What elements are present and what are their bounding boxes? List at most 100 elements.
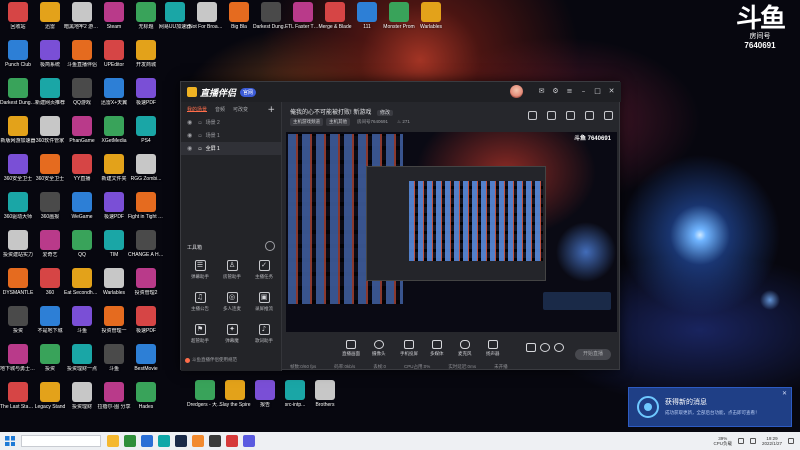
scene-item[interactable]: ◉ ▫ 场景 2 <box>181 116 281 129</box>
game-icon[interactable] <box>226 435 238 447</box>
desktop-icon[interactable]: 360软件管家 <box>33 116 67 156</box>
toolbox-settings-icon[interactable] <box>265 241 275 251</box>
desktop-icon[interactable]: Merge & Blade <box>318 2 352 42</box>
add-camera-button[interactable]: 摄像头 <box>372 339 386 357</box>
desktop-icon[interactable]: 投资理财 <box>65 382 99 422</box>
preview-eye-button[interactable] <box>540 343 550 352</box>
category-tag[interactable]: 主机游戏频道 <box>290 118 323 126</box>
desktop-icon[interactable]: 迅雷 <box>33 2 67 42</box>
tab-audio[interactable]: 音频 <box>215 106 225 113</box>
desktop-icon[interactable]: 迅雷X+天翼 <box>97 78 131 118</box>
notification-center-icon[interactable] <box>788 438 794 444</box>
lock-icon[interactable]: ▫ <box>198 146 201 152</box>
desktop-icon[interactable]: 111 <box>350 2 384 42</box>
desktop-icon[interactable]: 投资建站实力 <box>1 230 35 270</box>
tool-multi-mic[interactable]: ◎ 多人连麦 <box>217 292 247 318</box>
eye-icon[interactable]: ◉ <box>187 119 192 126</box>
desktop-icon[interactable]: 投资管理2 <box>129 268 163 308</box>
maximize-icon[interactable]: □ <box>592 86 603 97</box>
taskbar-search-input[interactable] <box>21 435 101 447</box>
desktop-icon[interactable]: Warlables <box>414 2 448 42</box>
desktop-icon[interactable]: 地下城与勇士 命运 <box>0 344 36 384</box>
desktop-icon[interactable]: 新建网页推荐 <box>33 78 67 118</box>
tool-record[interactable]: ▣ 录屏推流 <box>249 292 279 318</box>
scene-item-selected[interactable]: ◉ ▫ 全屏 1 <box>181 142 281 155</box>
windows-start-icon[interactable] <box>5 436 15 446</box>
app-icon[interactable] <box>243 435 255 447</box>
desktop-icon[interactable]: 爱奇艺 <box>33 230 67 270</box>
desktop-icon[interactable]: TIM <box>97 230 131 270</box>
desktop-icon[interactable]: 极速PDF <box>129 306 163 346</box>
app-version-badge[interactable]: 官网 <box>240 87 257 97</box>
desktop-icon[interactable]: Warlables <box>97 268 131 308</box>
browser-icon[interactable] <box>124 435 136 447</box>
message-icon[interactable]: ✉ <box>536 86 547 97</box>
tab-scenes[interactable]: 我的场景 <box>187 106 208 113</box>
menu-icon[interactable]: ≡ <box>564 86 575 97</box>
gift-icon[interactable] <box>547 111 556 120</box>
desktop-icon[interactable]: 斗鱼 <box>65 306 99 346</box>
volume-icon[interactable] <box>749 438 756 444</box>
tool-danmaku[interactable]: ☰ 弹幕助手 <box>185 260 215 286</box>
tool-room-admin[interactable]: ♙ 房管助手 <box>217 260 247 286</box>
desktop-icon[interactable]: Not For Broadcast <box>189 2 225 42</box>
desktop-icon[interactable]: Steam <box>97 2 131 42</box>
settings-icon[interactable]: ⚙ <box>550 86 561 97</box>
desktop-icon[interactable]: Slay the Spire <box>218 380 252 420</box>
notification-toast[interactable]: 获得新的消息 成功获取更新，全部后台功能，点击即可查看！ ✕ <box>628 387 792 427</box>
desktop-icon[interactable]: src-intp... <box>278 380 312 420</box>
desktop-icon[interactable]: 投资管理一 <box>97 306 131 346</box>
desktop-icon[interactable]: 网易UU加速器 <box>158 2 192 42</box>
desktop-icon[interactable]: Monster Prom <box>382 2 416 42</box>
desktop-icon[interactable]: 斗鱼 <box>97 344 131 384</box>
media-player-icon[interactable] <box>209 435 221 447</box>
desktop-icon[interactable]: UPEditor <box>97 40 131 80</box>
desktop-icon[interactable]: The Last Stand A... <box>0 382 36 422</box>
desktop-icon[interactable]: PhanGame <box>65 116 99 156</box>
edit-title-button[interactable]: 修改 <box>377 110 394 116</box>
desktop-icon[interactable]: PS4 <box>129 116 163 156</box>
tool-announcement[interactable]: ♫ 主播公告 <box>185 292 215 318</box>
desktop-icon[interactable]: Big Bla <box>222 2 256 42</box>
clock[interactable]: 19:29 2022/1/27 <box>762 436 782 446</box>
desktop-icon[interactable]: 新版网游加速器 <box>0 116 36 156</box>
desktop-icon[interactable]: Brothers <box>308 380 342 420</box>
lock-icon[interactable]: ▫ <box>198 120 201 126</box>
desktop-icon[interactable]: 暗黑地牢2 游戏代码 <box>64 2 100 42</box>
share-icon[interactable] <box>528 111 537 120</box>
desktop-icon[interactable]: 投资 <box>33 344 67 384</box>
desktop-icon[interactable]: 开发商城 <box>129 40 163 80</box>
record-button[interactable] <box>526 343 536 352</box>
bell-icon[interactable] <box>585 111 594 120</box>
desktop-icon[interactable]: 360安全卫士 <box>1 154 35 194</box>
app-icon[interactable] <box>158 435 170 447</box>
desktop-icon[interactable]: 360 <box>33 268 67 308</box>
douyu-taskbar-icon[interactable] <box>192 435 204 447</box>
desktop-icon[interactable]: 360安全卫士 <box>33 154 67 194</box>
eye-icon[interactable]: ◉ <box>187 132 192 139</box>
desktop-icon[interactable]: Hades <box>129 382 163 422</box>
desktop-icon[interactable]: 极速PDF <box>129 78 163 118</box>
scene-item[interactable]: ◉ ▫ 场景 1 <box>181 129 281 142</box>
network-icon[interactable] <box>737 438 744 444</box>
desktop-icon[interactable]: WeGame <box>65 192 99 232</box>
notification-close-icon[interactable]: ✕ <box>782 390 787 397</box>
desktop-icon[interactable]: 不是地下城 <box>33 306 67 346</box>
desktop-icon[interactable]: 360驱动大师 <box>1 192 35 232</box>
tool-super-admin[interactable]: ⚑ 超管助手 <box>185 324 215 350</box>
app-titlebar[interactable]: 直播伴侣 官网 ✉ ⚙ ≡ – □ ✕ <box>181 82 621 102</box>
desktop-icon[interactable]: Fight in Tight Spaces <box>128 192 164 232</box>
tool-anchor-task[interactable]: ✓ 主播任务 <box>249 260 279 286</box>
close-icon[interactable]: ✕ <box>606 86 617 97</box>
desktop-icon[interactable]: RGG Zombi... <box>129 154 163 194</box>
desktop-icon[interactable]: 回收站 <box>1 2 35 42</box>
desktop-icon[interactable]: Legacy Stand <box>33 382 67 422</box>
more-icon[interactable] <box>604 111 613 120</box>
desktop-icon[interactable]: XGetMedia <box>97 116 131 156</box>
microphone-button[interactable]: 麦克风 <box>458 339 472 357</box>
speaker-button[interactable]: 扬声器 <box>486 339 500 357</box>
subcategory-tag[interactable]: 主机其他 <box>326 118 350 126</box>
desktop-icon[interactable]: QQ <box>65 230 99 270</box>
desktop-icon[interactable]: CHANGE A Homeless <box>128 230 164 270</box>
desktop-icon[interactable]: QQ游戏 <box>65 78 99 118</box>
